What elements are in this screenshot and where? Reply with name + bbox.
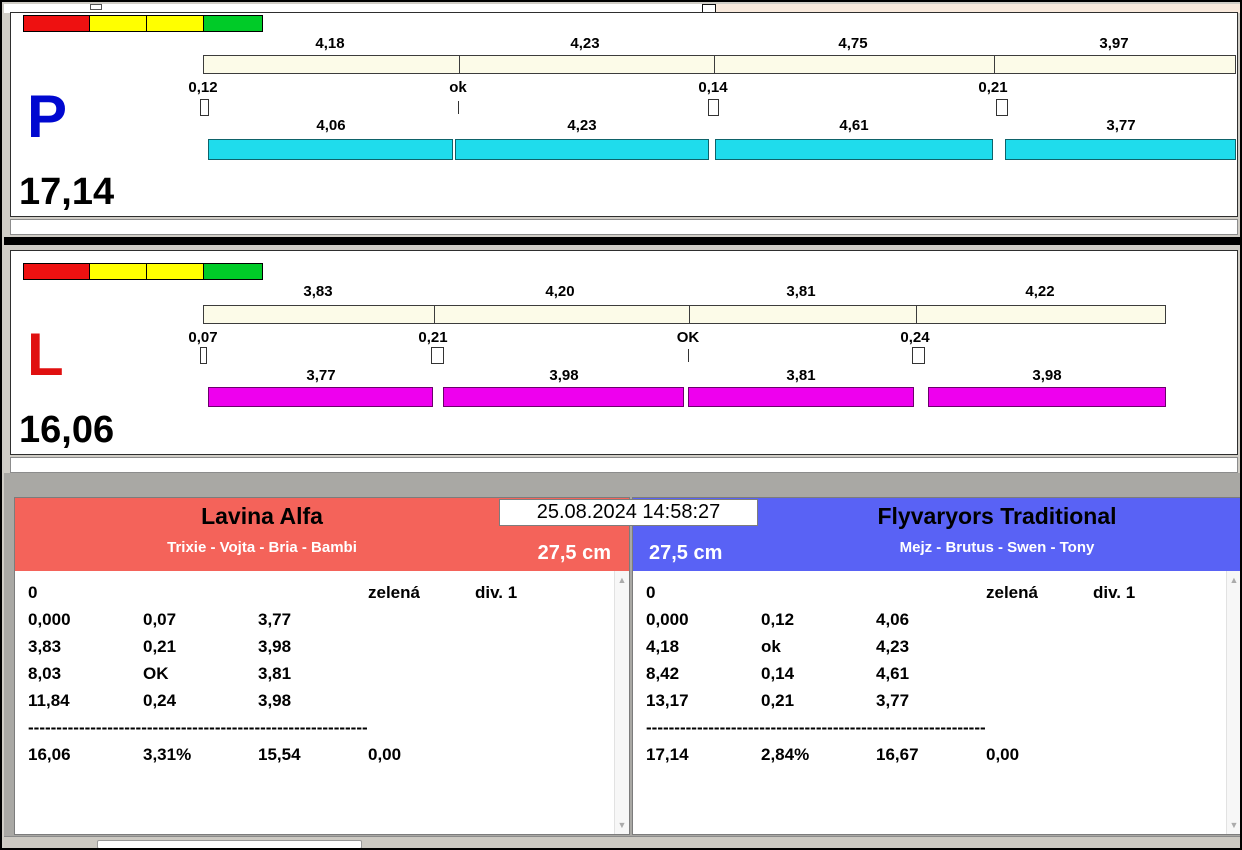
traffic-light-yellow2-segment bbox=[147, 16, 203, 31]
team-right-results[interactable]: 0 zelená div. 1 0,000 0,12 4,06 4,18 ok 4,23… bbox=[633, 571, 1240, 834]
scroll-down-icon[interactable]: ▼ bbox=[615, 819, 629, 831]
run-row: 13,17 0,21 3,77 bbox=[646, 691, 910, 710]
sensor-marker-icon bbox=[431, 347, 444, 364]
sensor-marker-icon bbox=[912, 347, 925, 364]
sensor-marker-icon bbox=[708, 99, 719, 116]
jump-height: 27,5 cm bbox=[537, 542, 611, 564]
run-row: 4,18 ok 4,23 bbox=[646, 637, 910, 656]
status-division: div. 1 bbox=[475, 583, 518, 602]
traffic-light-yellow1-segment bbox=[90, 264, 146, 279]
lane-total-time: 16,06 bbox=[19, 409, 115, 451]
split-bar-segment bbox=[455, 139, 709, 160]
sensor-marker-icon bbox=[996, 99, 1008, 116]
cross-time-label: 0,14 bbox=[698, 79, 728, 96]
split-bottom-label: 3,98 bbox=[549, 367, 579, 384]
sensor-marker-icon bbox=[200, 99, 209, 116]
cross-time-label: 0,07 bbox=[188, 329, 218, 346]
status-division: div. 1 bbox=[1093, 583, 1136, 602]
timestamp: 25.08.2024 14:58:27 bbox=[499, 499, 758, 526]
run-row: 8,42 0,14 4,61 bbox=[646, 664, 910, 683]
app-window: P 17,14 4,18 4,23 4,75 3,97 0,12 ok 0,14… bbox=[0, 0, 1242, 850]
split-bar-segment bbox=[688, 387, 914, 407]
status-flag: 0 bbox=[28, 583, 38, 602]
split-top-label: 3,97 bbox=[1099, 35, 1129, 52]
run-row: 3,83 0,21 3,98 bbox=[28, 637, 292, 656]
traffic-light-yellow1-segment bbox=[90, 16, 146, 31]
window-tab-mark[interactable] bbox=[90, 4, 102, 10]
split-top-label: 4,22 bbox=[1025, 283, 1055, 300]
cross-time-label: OK bbox=[676, 329, 700, 346]
bottom-window-strip bbox=[4, 836, 1240, 848]
status-light: zelená bbox=[986, 583, 1038, 602]
traffic-light-red-segment bbox=[24, 264, 89, 279]
opponent-split-bar bbox=[203, 305, 1166, 324]
cross-time-label: ok bbox=[449, 79, 467, 96]
split-top-label: 4,18 bbox=[315, 35, 345, 52]
scroll-up-icon[interactable]: ▲ bbox=[1227, 574, 1240, 586]
split-bottom-label: 3,81 bbox=[786, 367, 816, 384]
split-bottom-label: 4,06 bbox=[316, 117, 346, 134]
cross-time-label: 0,21 bbox=[978, 79, 1008, 96]
sensor-tick-icon bbox=[458, 101, 459, 114]
taskbar-item[interactable] bbox=[97, 840, 362, 848]
split-top-label: 4,23 bbox=[570, 35, 600, 52]
split-bottom-label: 3,98 bbox=[1032, 367, 1062, 384]
lane-total-time: 17,14 bbox=[19, 171, 115, 213]
traffic-light-red-segment bbox=[24, 16, 89, 31]
cross-time-label: 0,21 bbox=[418, 329, 448, 346]
split-bottom-label: 4,23 bbox=[567, 117, 597, 134]
run-row: 0,000 0,12 4,06 bbox=[646, 610, 910, 629]
summary-row: 17,14 2,84% 16,67 0,00 bbox=[646, 745, 1020, 764]
cross-time-label: 0,24 bbox=[900, 329, 930, 346]
run-row: 0,000 0,07 3,77 bbox=[28, 610, 292, 629]
scroll-up-icon[interactable]: ▲ bbox=[615, 574, 629, 586]
scrollbar[interactable]: ▲ ▼ bbox=[614, 571, 629, 834]
split-bar-segment bbox=[443, 387, 684, 407]
split-bar-segment bbox=[208, 139, 453, 160]
lane-l-footer-strip bbox=[10, 457, 1238, 473]
split-bottom-label: 3,77 bbox=[1106, 117, 1136, 134]
split-top-label: 3,81 bbox=[786, 283, 816, 300]
sensor-tick-icon bbox=[688, 349, 689, 362]
opponent-split-bar bbox=[203, 55, 1236, 74]
split-bar-segment bbox=[208, 387, 433, 407]
traffic-light bbox=[23, 15, 263, 32]
split-bar-segment bbox=[928, 387, 1166, 407]
sensor-marker-icon bbox=[200, 347, 207, 364]
traffic-light-green-segment bbox=[204, 264, 262, 279]
scrollbar[interactable]: ▲ ▼ bbox=[1226, 571, 1240, 834]
team-left-panel: Lavina Alfa Trixie - Vojta - Bria - Bamb… bbox=[14, 497, 630, 835]
team-left-results[interactable]: 0 zelená div. 1 0,000 0,07 3,77 3,83 0,21 3,… bbox=[15, 571, 629, 834]
split-top-label: 4,20 bbox=[545, 283, 575, 300]
team-right-panel: Flyvaryors Traditional Mejz - Brutus - S… bbox=[632, 497, 1240, 835]
lane-divider bbox=[4, 237, 1240, 245]
lane-p-footer-strip bbox=[10, 219, 1238, 235]
jump-height: 27,5 cm bbox=[649, 542, 723, 564]
traffic-light bbox=[23, 263, 263, 280]
lane-letter: L bbox=[27, 321, 64, 388]
lane-p-panel: P 17,14 4,18 4,23 4,75 3,97 0,12 ok 0,14… bbox=[10, 12, 1238, 217]
split-top-label: 3,83 bbox=[303, 283, 333, 300]
scroll-down-icon[interactable]: ▼ bbox=[1227, 819, 1240, 831]
split-bottom-label: 3,77 bbox=[306, 367, 336, 384]
team-lineup: Mejz - Brutus - Swen - Tony bbox=[899, 539, 1095, 556]
status-light: zelená bbox=[368, 583, 420, 602]
status-flag: 0 bbox=[646, 583, 656, 602]
split-bar-segment bbox=[1005, 139, 1236, 160]
cross-time-label: 0,12 bbox=[188, 79, 218, 96]
traffic-light-yellow2-segment bbox=[147, 264, 203, 279]
traffic-light-green-segment bbox=[204, 16, 262, 31]
summary-row: 16,06 3,31% 15,54 0,00 bbox=[28, 745, 402, 764]
split-bar-segment bbox=[715, 139, 993, 160]
lane-l-panel: L 16,06 3,83 4,20 3,81 4,22 0,07 0,21 OK… bbox=[10, 250, 1238, 455]
lane-letter: P bbox=[27, 83, 68, 150]
split-bottom-label: 4,61 bbox=[839, 117, 869, 134]
status-row: 0 zelená div. 1 bbox=[15, 579, 629, 606]
run-row: 11,84 0,24 3,98 bbox=[28, 691, 292, 710]
run-row: 8,03 OK 3,81 bbox=[28, 664, 292, 683]
status-row: 0 zelená div. 1 bbox=[633, 579, 1240, 606]
separator-row: ----------------------------------------… bbox=[28, 718, 368, 737]
split-top-label: 4,75 bbox=[838, 35, 868, 52]
separator-row: ----------------------------------------… bbox=[646, 718, 986, 737]
